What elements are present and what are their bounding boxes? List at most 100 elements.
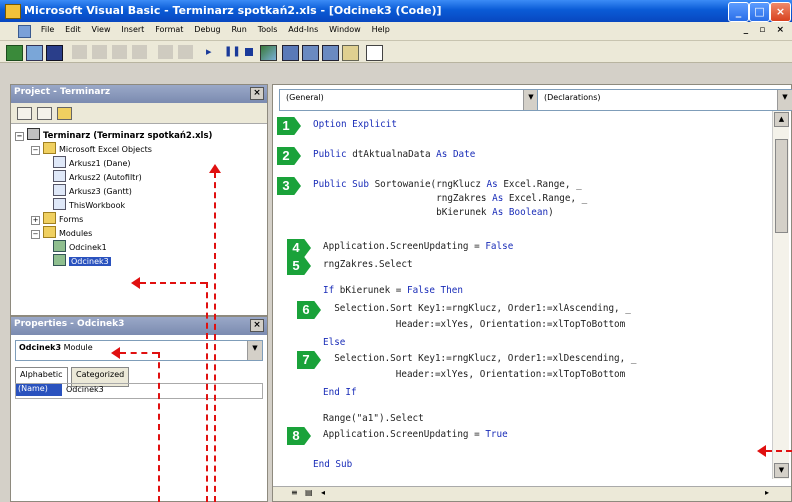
menu-insert[interactable]: Insert: [117, 22, 148, 34]
property-row-name[interactable]: (Name) Odcinek3: [15, 383, 263, 399]
menu-window[interactable]: Window: [325, 22, 365, 34]
annotation-arrowhead: [111, 347, 120, 359]
minimize-button[interactable]: _: [728, 2, 749, 22]
toggle-folders-icon[interactable]: [57, 107, 72, 120]
code-line[interactable]: Application.ScreenUpdating = False: [323, 241, 513, 252]
tree-module-label: Odcinek1: [69, 243, 107, 252]
design-mode-icon[interactable]: [260, 45, 277, 61]
code-line[interactable]: bKierunek As Boolean): [313, 207, 554, 218]
vertical-scrollbar[interactable]: ▲ ▼: [772, 111, 789, 479]
menu-addins[interactable]: Add-Ins: [284, 22, 322, 34]
tree-project-root-label: Terminarz (Terminarz spotkań2.xls): [43, 131, 213, 141]
code-line[interactable]: rngZakres As Excel.Range, _: [313, 193, 587, 204]
tree-module-item-selected[interactable]: Odcinek3: [53, 254, 111, 266]
insert-module-icon[interactable]: [26, 45, 43, 61]
tree-module-item[interactable]: Odcinek1: [53, 240, 107, 252]
paste-icon[interactable]: [112, 45, 127, 59]
code-line[interactable]: End Sub: [313, 459, 352, 470]
code-line[interactable]: Public dtAktualnaData As Date: [313, 149, 475, 160]
find-icon[interactable]: [132, 45, 147, 59]
step-number-badge: 6: [297, 301, 321, 319]
project-explorer-icon[interactable]: [282, 45, 299, 61]
tree-modules[interactable]: − Modules: [31, 226, 92, 239]
menu-edit[interactable]: Edit: [61, 22, 85, 34]
tree-workbook-item[interactable]: ThisWorkbook: [53, 198, 125, 210]
chevron-down-icon[interactable]: ▼: [777, 90, 792, 110]
properties-window-icon[interactable]: [302, 45, 319, 61]
code-window-icon[interactable]: [18, 25, 31, 38]
menu-view[interactable]: View: [88, 22, 115, 34]
object-combo[interactable]: (General) ▼: [279, 89, 539, 111]
tree-sheet-item[interactable]: Arkusz3 (Gantt): [53, 184, 132, 196]
code-line[interactable]: Application.ScreenUpdating = True: [323, 429, 508, 440]
tree-excel-objects[interactable]: − Microsoft Excel Objects: [31, 142, 152, 155]
cut-icon[interactable]: [72, 45, 87, 59]
scroll-down-icon[interactable]: ▼: [774, 463, 789, 478]
properties-panel: Properties - Odcinek3 × Odcinek3 Module …: [10, 316, 268, 502]
save-icon[interactable]: [46, 45, 63, 61]
tree-modules-label: Modules: [59, 229, 93, 238]
run-icon[interactable]: ▸: [206, 45, 221, 59]
collapse-icon[interactable]: −: [31, 230, 40, 239]
code-line[interactable]: Range("a1").Select: [323, 413, 424, 424]
code-line[interactable]: Header:=xlYes, Orientation:=xlTopToBotto…: [323, 319, 626, 330]
chevron-down-icon[interactable]: ▼: [247, 341, 262, 360]
tree-sheet-item[interactable]: Arkusz1 (Dane): [53, 156, 131, 168]
menu-help[interactable]: Help: [368, 22, 394, 34]
toolbox-icon[interactable]: [342, 45, 359, 61]
undo-icon[interactable]: [158, 45, 173, 59]
code-line[interactable]: Selection.Sort Key1:=rngKlucz, Order1:=x…: [323, 303, 631, 314]
scroll-up-icon[interactable]: ▲: [774, 112, 789, 127]
procedure-view-icon[interactable]: ≡: [291, 488, 298, 497]
menu-run[interactable]: Run: [227, 22, 250, 34]
collapse-icon[interactable]: −: [15, 132, 24, 141]
break-icon[interactable]: ❚❚: [224, 45, 241, 59]
scroll-right-icon[interactable]: ▸: [765, 488, 769, 497]
code-editor[interactable]: Option Explicit Public dtAktualnaData As …: [273, 113, 773, 491]
code-line[interactable]: Else: [323, 337, 345, 348]
properties-tabs: Alphabetic Categorized: [15, 367, 263, 387]
procedure-combo[interactable]: (Declarations) ▼: [537, 89, 792, 111]
menu-debug[interactable]: Debug: [190, 22, 224, 34]
menu-file[interactable]: File: [37, 22, 58, 34]
view-code-icon[interactable]: [17, 107, 32, 120]
scroll-thumb[interactable]: [775, 139, 788, 233]
mdi-child-controls[interactable]: _ ▫ ×: [744, 25, 788, 35]
scroll-left-icon[interactable]: ◂: [321, 488, 325, 497]
view-object-icon[interactable]: [37, 107, 52, 120]
code-text: Header:=xlYes, Orientation:=xlTopToBotto…: [323, 319, 626, 330]
menu-format[interactable]: Format: [151, 22, 187, 34]
reset-icon[interactable]: [242, 45, 257, 59]
maximize-button[interactable]: □: [749, 2, 770, 22]
view-excel-icon[interactable]: [6, 45, 23, 61]
code-text: Application.ScreenUpdating =: [323, 429, 486, 440]
code-line[interactable]: Header:=xlYes, Orientation:=xlTopToBotto…: [323, 369, 626, 380]
object-select[interactable]: Odcinek3 Module ▼: [15, 340, 263, 361]
expand-icon[interactable]: +: [31, 216, 40, 225]
code-line[interactable]: Selection.Sort Key1:=rngKlucz, Order1:=x…: [323, 353, 636, 364]
horizontal-scrollbar[interactable]: ≡ ▤ ◂ ▸: [273, 486, 791, 501]
properties-close-button[interactable]: ×: [250, 319, 264, 332]
annotation-arrowhead: [209, 164, 221, 173]
code-line[interactable]: If bKierunek = False Then: [323, 285, 463, 296]
code-line[interactable]: End If: [323, 387, 357, 398]
code-line[interactable]: Public Sub Sortowanie(rngKlucz As Excel.…: [313, 179, 582, 190]
project-explorer-close-button[interactable]: ×: [250, 87, 264, 100]
chevron-down-icon[interactable]: ▼: [523, 90, 538, 110]
property-value[interactable]: Odcinek3: [66, 385, 104, 394]
tree-sheet-item[interactable]: Arkusz2 (Autofiltr): [53, 170, 142, 182]
redo-icon[interactable]: [178, 45, 193, 59]
code-line[interactable]: rngZakres.Select: [323, 259, 413, 270]
menu-tools[interactable]: Tools: [254, 22, 282, 34]
tree-project-root[interactable]: − Terminarz (Terminarz spotkań2.xls): [15, 128, 212, 141]
copy-icon[interactable]: [92, 45, 107, 59]
collapse-icon[interactable]: −: [31, 146, 40, 155]
code-line[interactable]: Option Explicit: [313, 119, 397, 130]
code-text: Excel.Range, _: [508, 193, 588, 204]
code-keyword: False: [485, 241, 514, 252]
close-button[interactable]: ×: [770, 2, 791, 22]
help-icon[interactable]: [366, 45, 383, 61]
tree-forms[interactable]: + Forms: [31, 212, 83, 225]
object-browser-icon[interactable]: [322, 45, 339, 61]
full-module-view-icon[interactable]: ▤: [305, 488, 313, 497]
